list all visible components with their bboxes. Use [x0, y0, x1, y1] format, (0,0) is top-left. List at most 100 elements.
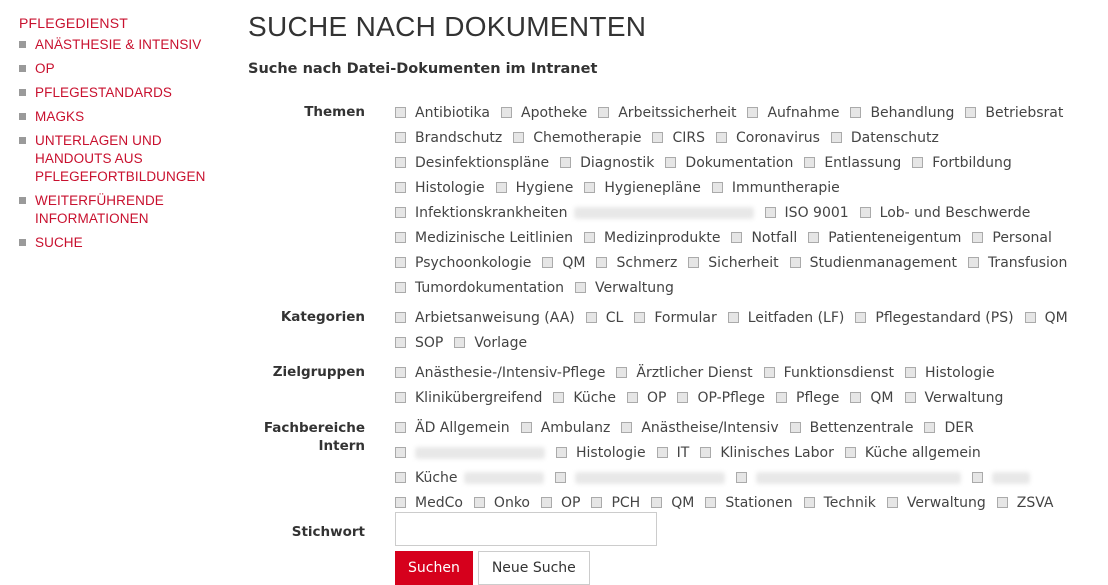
checkbox[interactable] [616, 367, 628, 378]
search-button[interactable]: Suchen [395, 551, 473, 585]
checkbox-option[interactable]: Transfusion [967, 250, 1067, 275]
checkbox[interactable] [495, 182, 507, 193]
checkbox[interactable] [804, 157, 816, 168]
checkbox-option[interactable] [971, 465, 1030, 490]
sidebar-item-pflegestandards[interactable]: PFLEGESTANDARDS [19, 84, 224, 102]
checkbox[interactable] [967, 257, 979, 268]
checkbox-option[interactable]: Bettenzentrale [789, 415, 913, 440]
checkbox-option[interactable]: Schmerz [596, 250, 677, 275]
checkbox[interactable] [395, 337, 406, 348]
checkbox[interactable] [652, 132, 664, 143]
checkbox-option[interactable]: Leitfaden (LF) [727, 305, 844, 330]
checkbox-option[interactable]: Funktionsdienst [763, 360, 894, 385]
checkbox[interactable] [395, 157, 406, 168]
checkbox[interactable] [513, 132, 525, 143]
checkbox[interactable] [705, 497, 717, 508]
checkbox-option[interactable]: ZSVA [996, 490, 1053, 515]
checkbox-option[interactable]: Verwaltung [575, 275, 674, 300]
checkbox[interactable] [596, 257, 608, 268]
checkbox-option[interactable]: Technik [803, 490, 876, 515]
checkbox[interactable] [556, 447, 567, 458]
checkbox[interactable] [598, 107, 610, 118]
checkbox-option[interactable]: Personal [972, 225, 1052, 250]
checkbox[interactable] [395, 497, 406, 508]
checkbox-option[interactable]: Hygienepläne [584, 175, 701, 200]
checkbox-option[interactable]: Küche [553, 385, 616, 410]
sidebar-item-op[interactable]: OP [19, 60, 224, 78]
checkbox-option[interactable]: Apotheke [501, 100, 587, 125]
checkbox-option[interactable]: Histologie [904, 360, 995, 385]
checkbox[interactable] [965, 107, 977, 118]
checkbox-option[interactable]: IT [656, 440, 689, 465]
checkbox-option[interactable]: Verwaltung [886, 490, 986, 515]
checkbox-option[interactable]: OP [626, 385, 666, 410]
checkbox[interactable] [584, 182, 596, 193]
checkbox-option[interactable]: DER [924, 415, 974, 440]
checkbox-option[interactable]: QM [542, 250, 585, 275]
checkbox[interactable] [554, 472, 566, 483]
stichwort-input[interactable] [395, 512, 657, 546]
checkbox-option[interactable]: Lob- und Beschwerde [859, 200, 1030, 225]
checkbox[interactable] [886, 497, 898, 508]
checkbox-option[interactable]: Infektionskrankheiten [395, 200, 754, 225]
new-search-button[interactable]: Neue Suche [477, 551, 590, 585]
checkbox-option[interactable]: Arbietsanweisung (AA) [395, 305, 575, 330]
checkbox[interactable] [844, 447, 856, 458]
checkbox-option[interactable]: QM [850, 385, 894, 410]
checkbox[interactable] [850, 392, 862, 403]
checkbox[interactable] [621, 422, 633, 433]
checkbox-option[interactable]: Datenschutz [830, 125, 939, 150]
checkbox-option[interactable]: Betriebsrat [965, 100, 1063, 125]
checkbox-option[interactable]: SOP [395, 330, 443, 355]
checkbox[interactable] [560, 157, 572, 168]
checkbox[interactable] [830, 132, 842, 143]
checkbox[interactable] [677, 392, 689, 403]
sidebar-heading[interactable]: PFLEGEDIENST [19, 15, 224, 31]
sidebar-item-magks[interactable]: MAGKS [19, 108, 224, 126]
checkbox[interactable] [727, 312, 739, 323]
checkbox-option[interactable]: Ärztlicher Dienst [616, 360, 753, 385]
checkbox[interactable] [553, 392, 565, 403]
checkbox-option[interactable]: Hygiene [495, 175, 573, 200]
checkbox[interactable] [501, 107, 512, 118]
checkbox-option[interactable]: Ambulanz [520, 415, 610, 440]
sidebar-item-anaesthesie[interactable]: ANÄSTHESIE & INTENSIV [19, 36, 224, 54]
checkbox-option[interactable] [395, 440, 545, 465]
checkbox[interactable] [971, 472, 983, 483]
checkbox-option[interactable]: Notfall [731, 225, 797, 250]
checkbox-option[interactable]: Anästheise/Intensiv [621, 415, 779, 440]
checkbox[interactable] [656, 447, 668, 458]
checkbox[interactable] [996, 497, 1008, 508]
checkbox-option[interactable]: Studienmanagement [789, 250, 957, 275]
checkbox[interactable] [585, 312, 597, 323]
checkbox[interactable] [735, 472, 747, 483]
checkbox[interactable] [395, 392, 406, 403]
checkbox[interactable] [904, 367, 916, 378]
checkbox-option[interactable] [554, 465, 725, 490]
checkbox[interactable] [395, 367, 406, 378]
checkbox-option[interactable]: Brandschutz [395, 125, 502, 150]
checkbox-option[interactable]: Klinisches Labor [700, 440, 834, 465]
checkbox-option[interactable]: Antibiotika [395, 100, 490, 125]
checkbox-option[interactable]: Klinikübergreifend [395, 385, 542, 410]
checkbox-option[interactable]: Medizinische Leitlinien [395, 225, 573, 250]
checkbox[interactable] [395, 132, 406, 143]
checkbox[interactable] [542, 257, 554, 268]
checkbox[interactable] [855, 312, 867, 323]
checkbox-option[interactable]: Medizinprodukte [583, 225, 720, 250]
checkbox-option[interactable]: Histologie [556, 440, 646, 465]
checkbox-option[interactable]: Pflegestandard (PS) [855, 305, 1014, 330]
checkbox[interactable] [395, 282, 406, 293]
checkbox[interactable] [651, 497, 663, 508]
checkbox[interactable] [520, 422, 532, 433]
checkbox[interactable] [972, 232, 984, 243]
checkbox[interactable] [1024, 312, 1036, 323]
checkbox[interactable] [395, 257, 406, 268]
checkbox[interactable] [591, 497, 603, 508]
checkbox-option[interactable]: Fortbildung [912, 150, 1012, 175]
checkbox-option[interactable]: Entlassung [804, 150, 901, 175]
checkbox-option[interactable] [735, 465, 961, 490]
checkbox[interactable] [688, 257, 700, 268]
checkbox-option[interactable]: Immuntherapie [711, 175, 840, 200]
checkbox[interactable] [747, 107, 759, 118]
